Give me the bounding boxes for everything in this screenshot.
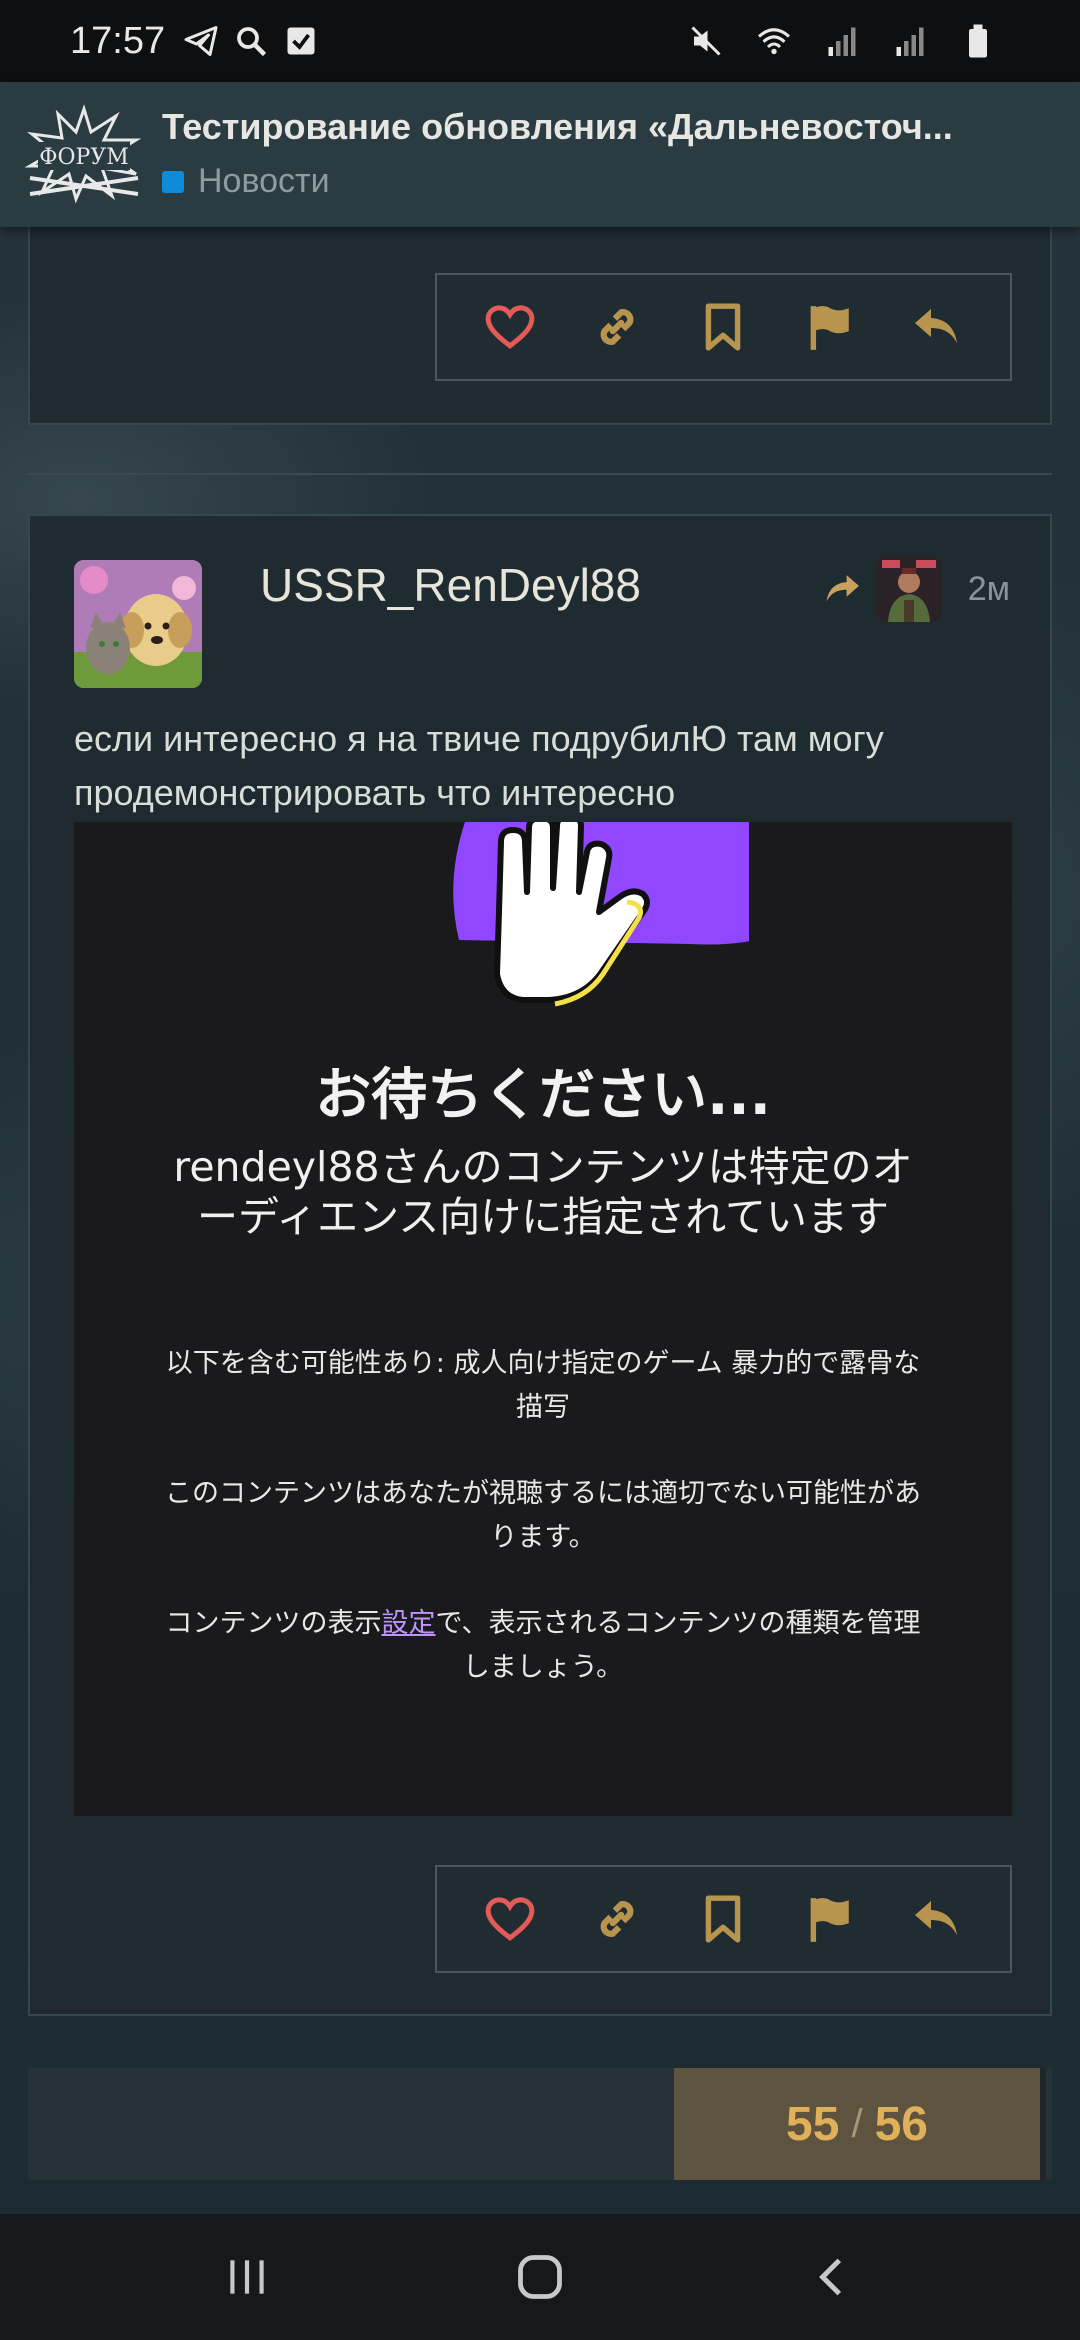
status-time: 17:57	[70, 19, 166, 62]
forum-logo[interactable]: ФОРУМ	[24, 104, 144, 204]
posts-divider	[28, 473, 1052, 475]
flag-icon	[810, 306, 849, 350]
like-button[interactable]	[483, 300, 537, 354]
topic-progress-bar: 55 / 56	[28, 2068, 1052, 2180]
category-label: Новости	[198, 162, 330, 200]
embed-settings-link[interactable]: 設定	[382, 1608, 436, 1639]
home-icon	[518, 2255, 562, 2299]
telegram-icon	[184, 26, 218, 56]
embed-title: お待ちください...	[315, 1063, 771, 1128]
bookmark-icon	[706, 303, 741, 351]
total-posts-number: 56	[874, 2097, 928, 2151]
embed-settings-note: コンテンツの表示設定で、表示されるコンテンツの種類を管理しましょう。	[164, 1602, 922, 1690]
category-badge[interactable]: Новости	[162, 162, 330, 201]
bookmark-icon	[706, 1895, 741, 1943]
previous-post	[28, 200, 1052, 425]
battery-icon	[969, 24, 987, 58]
embed-subtitle: rendeyl88さんのコンテンツは特定のオーディエンス向けに指定されています	[173, 1143, 913, 1241]
user-avatar[interactable]	[74, 560, 202, 688]
link-icon	[600, 1901, 634, 1937]
recent-apps-button[interactable]	[207, 2237, 287, 2317]
reply-button[interactable]	[910, 1892, 964, 1946]
checkbox-icon	[287, 27, 315, 55]
link-icon	[600, 309, 634, 345]
pager-separator: /	[851, 2101, 863, 2146]
reply-icon	[914, 1901, 957, 1935]
status-bar: 17:57	[0, 0, 1080, 82]
signal-icon	[828, 27, 856, 56]
post-time[interactable]: 2м	[968, 570, 1010, 609]
back-icon	[819, 2258, 842, 2296]
topic-title[interactable]: Тестирование обновления «Дальневосточ...	[162, 106, 1052, 148]
logo-text: ФОРУМ	[39, 145, 129, 170]
signal-icon	[896, 27, 924, 56]
like-button[interactable]	[483, 1892, 537, 1946]
copy-link-button[interactable]	[590, 1892, 644, 1946]
flag-button[interactable]	[803, 300, 857, 354]
twitch-embed[interactable]: お待ちください... rendeyl88さんのコンテンツは特定のオーディエンス向…	[74, 822, 1012, 1816]
heart-icon	[485, 305, 535, 349]
flag-button[interactable]	[803, 1892, 857, 1946]
embed-settings-text-before: コンテンツの表示	[165, 1608, 382, 1639]
search-icon	[237, 27, 267, 57]
reply-icon	[914, 309, 957, 343]
home-button[interactable]	[500, 2237, 580, 2317]
bookmark-button[interactable]	[696, 1892, 750, 1946]
bookmark-button[interactable]	[696, 300, 750, 354]
copy-link-button[interactable]	[590, 300, 644, 354]
post-actions	[435, 1865, 1012, 1973]
reply-to-avatar	[875, 556, 942, 622]
post-counter[interactable]: 55 / 56	[674, 2068, 1046, 2180]
post-username[interactable]: USSR_RenDeyl88	[260, 558, 641, 612]
category-color-square	[162, 170, 184, 193]
topic-header: ФОРУМ Тестирование обновления «Дальневос…	[0, 82, 1080, 227]
reply-arrow-icon	[826, 575, 859, 602]
post-actions	[435, 273, 1012, 381]
system-navigation-bar	[0, 2214, 1080, 2340]
mute-icon	[691, 26, 721, 56]
embed-settings-text-after: で、表示されるコンテンツの種類を管理しましょう。	[435, 1608, 921, 1683]
heart-icon	[485, 1897, 535, 1941]
reply-to-indicator[interactable]: 2м	[822, 556, 1010, 622]
embed-warning: 以下を含む可能性あり: 成人向け指定のゲーム 暴力的で露骨な描写	[165, 1348, 921, 1423]
reply-button[interactable]	[910, 300, 964, 354]
current-post-number: 55	[786, 2097, 840, 2151]
recent-apps-icon	[229, 2260, 264, 2294]
stop-hand-illustration	[453, 822, 749, 1007]
post: USSR_RenDeyl88 2м если интересно я на тв…	[28, 514, 1052, 2016]
back-button[interactable]	[793, 2237, 873, 2317]
flag-icon	[810, 1898, 849, 1942]
post-text: если интересно я на твиче подрубилЮ там …	[74, 718, 884, 813]
embed-suitability-note: このコンテンツはあなたが視聴するには適切でない可能性があります。	[165, 1478, 921, 1553]
wifi-icon	[757, 28, 791, 55]
